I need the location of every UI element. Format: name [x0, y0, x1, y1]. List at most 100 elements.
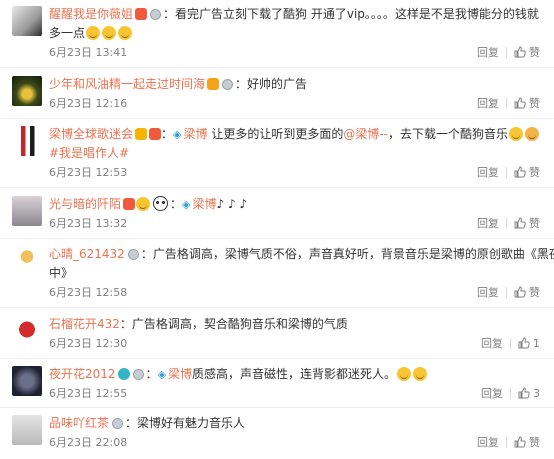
username[interactable]: 夜开花2012 — [49, 367, 116, 381]
comment-actions: 回复 赞 — [477, 46, 540, 60]
comment-text: 梁博好有魅力音乐人 — [137, 416, 246, 430]
like-button[interactable]: 赞 — [514, 97, 540, 111]
member-badge-icon — [117, 368, 130, 380]
comment-text: 让更多的让听到更多面的 — [207, 127, 344, 141]
avatar[interactable] — [12, 196, 42, 226]
reply-button[interactable]: 回复 — [477, 286, 499, 300]
link-text[interactable]: 梁博 — [184, 127, 208, 141]
like-button[interactable]: 3 — [518, 387, 540, 401]
comment-item: 石榴花开432：广告格调高，契合酷狗音乐和梁博的气质 6月23日 12:30 回… — [0, 310, 554, 354]
divider — [506, 218, 507, 229]
like-button[interactable]: 1 — [518, 337, 540, 351]
comment-item: 品味吖红茶 ：梁博好有魅力音乐人 6月23日 22:08 回复赞 — [0, 409, 554, 459]
shocked-emoji-icon — [413, 367, 428, 381]
link-text[interactable]: 梁博 — [168, 367, 192, 381]
comment-actions: 回复 3 — [481, 387, 540, 401]
reply-button[interactable]: 回复 — [477, 217, 499, 231]
divider — [506, 167, 507, 178]
comment-text-continued: 多一点 — [49, 26, 86, 40]
mention-link[interactable]: @梁博-- — [343, 127, 388, 141]
comment-item: 少年和风油精一起走过时间海 ：好帅的广告 6月23日 12:16 回复赞 — [0, 70, 554, 114]
level-badge-icon — [112, 418, 124, 429]
reply-button[interactable]: 回复 — [477, 46, 499, 60]
thumbs-up-icon — [514, 286, 526, 298]
thumbs-up-icon — [514, 436, 526, 448]
shocked-emoji-icon — [397, 367, 412, 381]
username[interactable]: 石榴花开432 — [49, 317, 120, 331]
comment-actions: 回复 赞 — [477, 436, 540, 450]
member-badge-icon — [207, 78, 220, 90]
divider — [510, 338, 511, 349]
link-text[interactable]: 梁博 — [193, 197, 217, 211]
like-button[interactable]: 赞 — [514, 286, 540, 300]
comment-date: 6月23日 12:16 — [49, 97, 128, 110]
thumbs-up-icon — [514, 217, 526, 229]
comment-text: 广告格调高，契合酷狗音乐和梁博的气质 — [131, 317, 348, 331]
comment-item: 光与暗的阡陌 ：◈ 梁博♪ ♪ ♪ 6月23日 13:32 回复赞 — [0, 190, 554, 234]
like-button[interactable]: 赞 — [514, 46, 540, 60]
avatar[interactable] — [12, 6, 42, 36]
comment-date: 6月23日 22:08 — [49, 436, 128, 449]
avatar[interactable] — [12, 246, 42, 276]
comment-item: 梁博全球歌迷会 ：◈ 梁博 让更多的让听到更多面的@梁博--，去下载一个酷狗音乐 #… — [0, 120, 554, 182]
comment-text-tail: ，去下载一个酷狗音乐 — [388, 127, 509, 141]
username[interactable]: 少年和风油精一起走过时间海 — [49, 77, 205, 91]
like-count: 1 — [533, 337, 540, 350]
like-button[interactable]: 赞 — [514, 166, 540, 180]
thumbs-up-icon — [514, 97, 526, 109]
divider — [0, 358, 554, 359]
avatar[interactable] — [12, 415, 42, 445]
comment-actions: 回复 赞 — [477, 286, 540, 300]
level-badge-icon — [132, 369, 144, 380]
avatar[interactable] — [12, 366, 42, 396]
comment-date: 6月23日 12:58 — [49, 286, 128, 299]
member-badge-icon — [149, 128, 162, 140]
reply-button[interactable]: 回复 — [477, 97, 499, 111]
comment-actions: 回复 1 — [481, 337, 540, 351]
divider — [506, 98, 507, 109]
level-badge-icon — [127, 249, 139, 260]
username[interactable]: 光与暗的阡陌 — [49, 197, 121, 211]
username[interactable]: 梁博全球歌迷会 — [49, 127, 133, 141]
like-button[interactable]: 赞 — [514, 436, 540, 450]
link-icon: ◈ — [157, 368, 167, 381]
comment-date: 6月23日 12:55 — [49, 387, 128, 400]
comment-text: 好帅的广告 — [247, 77, 308, 91]
laugh-emoji-icon — [136, 197, 151, 211]
comment-item: 心晴_621432 ：广告格调高，梁博气质不俗，声音真好听，背景音乐是梁博的原创歌… — [0, 240, 554, 302]
divider — [0, 407, 554, 408]
thumbs-up-icon — [514, 46, 526, 58]
member-badge-icon — [135, 8, 148, 20]
comment-item: 夜开花2012 ：◈ 梁博质感高，声音磁性，连背影都迷死人。 6月23日 12:55… — [0, 360, 554, 404]
level-badge-icon — [150, 9, 162, 20]
reply-button[interactable]: 回复 — [477, 166, 499, 180]
grin-emoji-icon — [509, 127, 524, 141]
username[interactable]: 心晴_621432 — [49, 247, 125, 261]
username[interactable]: 品味吖红茶 — [49, 416, 109, 430]
topic-hashtag[interactable]: #我是唱作人# — [49, 146, 129, 160]
divider — [0, 238, 554, 239]
comment-date: 6月23日 12:53 — [49, 166, 128, 179]
like-count: 3 — [533, 387, 540, 400]
reply-button[interactable]: 回复 — [481, 387, 503, 401]
panda-icon — [153, 196, 169, 211]
link-icon: ◈ — [182, 198, 191, 211]
reply-button[interactable]: 回复 — [481, 337, 503, 351]
comment-actions: 回复 赞 — [477, 97, 540, 111]
comment-date: 6月23日 12:30 — [49, 337, 128, 350]
comment-date: 6月23日 13:32 — [49, 217, 128, 230]
like-button[interactable]: 赞 — [514, 217, 540, 231]
avatar[interactable] — [12, 316, 42, 346]
divider — [506, 437, 507, 448]
avatar[interactable] — [12, 126, 42, 156]
username[interactable]: 醒醒我是你薇姐 — [49, 7, 133, 21]
divider — [510, 388, 511, 399]
comment-text: 质感高，声音磁性，连背影都迷死人。 — [192, 367, 397, 381]
verified-v-icon — [135, 128, 148, 140]
divider — [0, 307, 554, 308]
divider — [0, 67, 554, 68]
divider — [0, 118, 554, 119]
hand-emoji-icon — [525, 127, 540, 141]
avatar[interactable] — [12, 76, 42, 106]
reply-button[interactable]: 回复 — [477, 436, 499, 450]
